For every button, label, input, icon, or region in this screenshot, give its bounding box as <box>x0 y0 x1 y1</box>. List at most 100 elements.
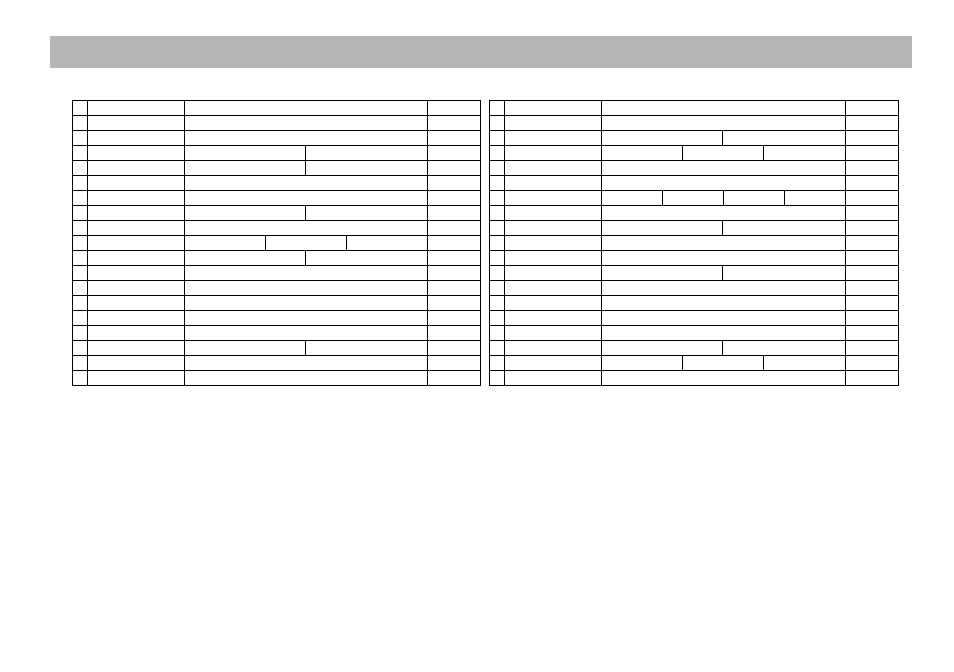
table-cell <box>846 131 899 146</box>
table-cell <box>185 161 428 176</box>
table-row <box>490 206 899 221</box>
table-cell <box>428 116 481 131</box>
table-row <box>490 176 899 191</box>
table-cell <box>490 371 505 386</box>
table-cell <box>490 101 505 116</box>
table-row <box>73 191 481 206</box>
table-cell <box>185 281 428 296</box>
table-cell <box>73 221 88 236</box>
table-cell <box>846 371 899 386</box>
table-cell <box>88 116 185 131</box>
table-cell <box>490 266 505 281</box>
table-row <box>490 191 899 206</box>
table-cell <box>428 176 481 191</box>
table-row <box>73 296 481 311</box>
table-row <box>73 266 481 281</box>
table-cell <box>73 341 88 356</box>
table-row <box>73 236 481 251</box>
table-subcell <box>602 341 723 355</box>
table-cell <box>88 326 185 341</box>
table-subcell <box>306 206 426 220</box>
table-cell <box>846 326 899 341</box>
table-cell <box>185 116 428 131</box>
table-cell <box>505 236 602 251</box>
table-subcell <box>683 146 764 160</box>
table-cell <box>88 146 185 161</box>
table-cell <box>185 131 428 146</box>
table-cell <box>846 176 899 191</box>
table-cell <box>73 176 88 191</box>
table-cell <box>846 281 899 296</box>
table-cell <box>846 266 899 281</box>
table-subcell <box>723 266 843 280</box>
table-cell <box>428 356 481 371</box>
table-subcell <box>185 146 306 160</box>
table-row <box>73 356 481 371</box>
table-row <box>73 281 481 296</box>
table-cell <box>73 311 88 326</box>
table-row <box>490 101 899 116</box>
table-subcell <box>306 341 426 355</box>
table-cell <box>185 311 428 326</box>
table-row <box>73 206 481 221</box>
table-subcell <box>602 131 723 145</box>
table-subcell <box>602 146 683 160</box>
table-cell <box>185 236 428 251</box>
table-subcell <box>683 356 764 370</box>
table-cell <box>185 371 428 386</box>
table-cell <box>88 206 185 221</box>
table-cell <box>73 206 88 221</box>
table-cell <box>73 101 88 116</box>
table-cell <box>428 311 481 326</box>
table-cell <box>73 281 88 296</box>
table-row <box>73 326 481 341</box>
table-cell <box>73 161 88 176</box>
table-cell <box>602 356 846 371</box>
table-cell <box>88 371 185 386</box>
table-cell <box>846 236 899 251</box>
table-cell <box>846 221 899 236</box>
table-subcell <box>724 191 785 205</box>
table-cell <box>185 206 428 221</box>
table-cell <box>846 101 899 116</box>
table-cell <box>602 191 846 206</box>
table-cell <box>73 251 88 266</box>
table-cell <box>88 281 185 296</box>
table-row <box>490 296 899 311</box>
table-cell <box>505 116 602 131</box>
table-cell <box>88 191 185 206</box>
table-cell <box>505 221 602 236</box>
table-row <box>73 146 481 161</box>
table-subcell <box>306 161 426 175</box>
table-row <box>73 116 481 131</box>
table-row <box>490 161 899 176</box>
table-subcell <box>185 251 306 265</box>
table-cell <box>490 206 505 221</box>
table-row <box>490 251 899 266</box>
table-cell <box>490 221 505 236</box>
table-cell <box>505 371 602 386</box>
table-cell <box>505 206 602 221</box>
table-subcell <box>185 161 306 175</box>
table-cell <box>185 356 428 371</box>
table-cell <box>602 221 846 236</box>
table-cell <box>73 326 88 341</box>
table-subcell <box>602 356 683 370</box>
table-cell <box>846 206 899 221</box>
table-cell <box>185 266 428 281</box>
table-cell <box>490 251 505 266</box>
table-row <box>73 311 481 326</box>
table-cell <box>505 146 602 161</box>
table-cell <box>88 221 185 236</box>
table-row <box>490 326 899 341</box>
table-cell <box>185 341 428 356</box>
table-cell <box>73 266 88 281</box>
table-left <box>72 100 481 386</box>
table-cell <box>73 296 88 311</box>
table-cell <box>505 311 602 326</box>
table-cell <box>505 251 602 266</box>
table-cell <box>846 146 899 161</box>
table-cell <box>602 161 846 176</box>
table-cell <box>846 341 899 356</box>
table-row <box>490 221 899 236</box>
